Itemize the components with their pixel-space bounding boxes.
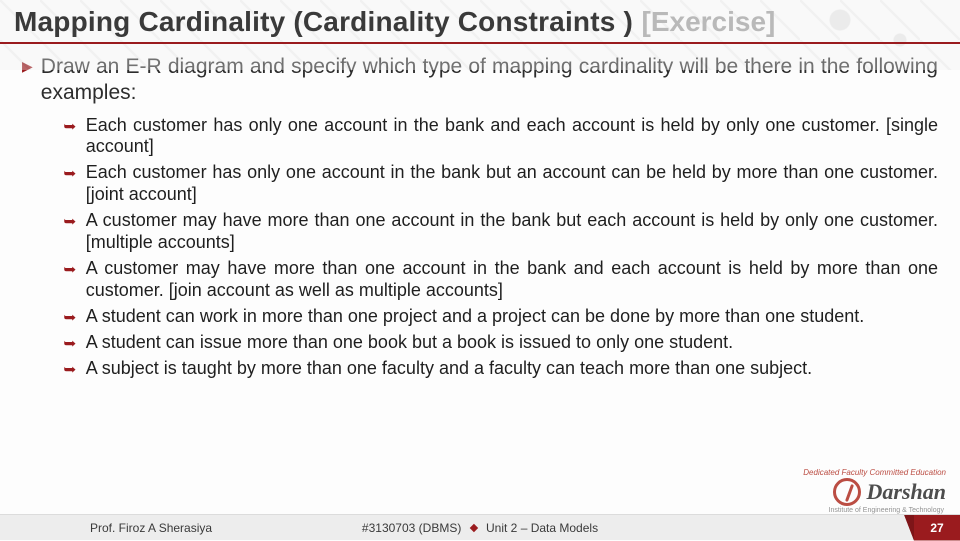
list-item: ➥ A student can issue more than one book…: [64, 332, 938, 354]
list-item: ➥ A customer may have more than one acco…: [64, 210, 938, 254]
item-text: Each customer has only one account in th…: [86, 115, 938, 159]
slide-title: Mapping Cardinality (Cardinality Constra…: [14, 6, 633, 37]
institute-logo: Dedicated Faculty Committed Education Da…: [833, 478, 946, 506]
arrow-icon: ➥: [63, 261, 76, 278]
arrow-icon: ➥: [63, 213, 76, 230]
arrow-icon: ➥: [63, 335, 76, 352]
arrow-icon: ➥: [63, 118, 76, 135]
item-text: A student can work in more than one proj…: [86, 306, 865, 328]
diamond-icon: [469, 524, 477, 532]
item-text: A customer may have more than one accoun…: [86, 258, 938, 302]
logo-subtitle: Institute of Engineering & Technology: [829, 507, 944, 514]
slide-title-tag: [Exercise]: [642, 6, 776, 37]
page-number-badge: 27: [904, 515, 960, 541]
arrow-icon: ➥: [63, 309, 76, 326]
item-text: A customer may have more than one accoun…: [86, 210, 938, 254]
footer-bar: Prof. Firoz A Sherasiya #3130703 (DBMS) …: [0, 514, 960, 540]
item-text: Each customer has only one account in th…: [86, 162, 938, 206]
arrow-icon: ➥: [63, 361, 76, 378]
title-bar: Mapping Cardinality (Cardinality Constra…: [0, 0, 960, 44]
content-area: ▶ Draw an E-R diagram and specify which …: [0, 44, 960, 380]
footer-author: Prof. Firoz A Sherasiya: [90, 521, 212, 535]
logo-wordmark: Darshan: [867, 479, 946, 505]
list-item: ➥ A student can work in more than one pr…: [64, 306, 938, 328]
page-number: 27: [930, 521, 943, 535]
item-text: A subject is taught by more than one fac…: [86, 358, 812, 380]
example-list: ➥ Each customer has only one account in …: [64, 115, 938, 380]
list-item: ➥ Each customer has only one account in …: [64, 162, 938, 206]
logo-tagline: Dedicated Faculty Committed Education: [803, 468, 946, 477]
footer-unit: Unit 2 – Data Models: [486, 521, 598, 535]
logo-mark-icon: [833, 478, 861, 506]
list-item: ➥ A customer may have more than one acco…: [64, 258, 938, 302]
list-item: ➥ A subject is taught by more than one f…: [64, 358, 938, 380]
footer-center: #3130703 (DBMS) Unit 2 – Data Models: [362, 521, 598, 535]
item-text: A student can issue more than one book b…: [86, 332, 733, 354]
list-item: ➥ Each customer has only one account in …: [64, 115, 938, 159]
footer-course: #3130703 (DBMS): [362, 521, 461, 535]
arrow-icon: ➥: [63, 165, 76, 182]
